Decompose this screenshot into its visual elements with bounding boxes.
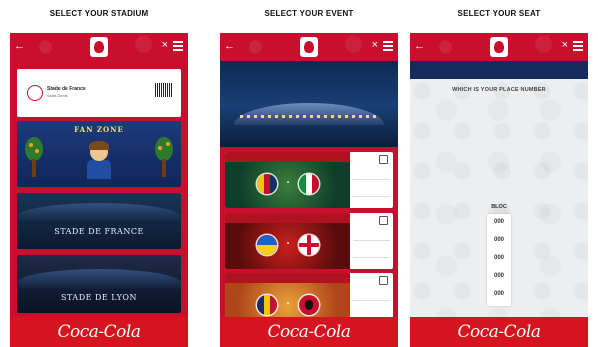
stadium-screen: ← × Stade de France Saint-Denis FAN ZONE… (10, 33, 188, 347)
seat-option[interactable]: 000 (487, 237, 511, 243)
stadium-card-label: STADE DE FRANCE (54, 227, 144, 236)
seat-option[interactable]: 000 (487, 291, 511, 297)
menu-icon[interactable] (173, 41, 183, 51)
match-header (225, 273, 350, 283)
sponsor-footer: Coca-Cola (220, 317, 398, 347)
stadium-card-label: FAN ZONE (74, 125, 124, 134)
sponsor-footer: Coca-Cola (10, 317, 188, 347)
stadium-card-stade-de-lyon[interactable]: STADE DE LYON (17, 255, 181, 313)
home-flag-icon (257, 235, 277, 255)
calendar-icon (379, 276, 388, 285)
column-title-stadium: SELECT YOUR STADIUM (49, 9, 149, 18)
away-flag-icon (299, 295, 319, 315)
coca-cola-logo: Coca-Cola (267, 322, 351, 342)
sponsor-footer: Coca-Cola (410, 317, 588, 347)
back-arrow-icon[interactable]: ← (14, 40, 26, 52)
match-card[interactable]: • (225, 213, 393, 269)
block-label: BLOC (491, 204, 507, 210)
versus-icon: • (286, 301, 290, 307)
away-flag-icon (299, 235, 319, 255)
seat-picker[interactable]: 000 000 000 000 000 (487, 214, 511, 306)
euro-logo-icon (90, 37, 108, 57)
menu-icon[interactable] (573, 41, 583, 51)
home-flag-icon (257, 295, 277, 315)
coca-cola-logo: Coca-Cola (457, 322, 541, 342)
stadium-illustration (17, 269, 181, 289)
seat-option[interactable]: 000 (487, 255, 511, 261)
stadium-card-stade-de-france[interactable]: STADE DE FRANCE (17, 193, 181, 249)
menu-icon[interactable] (383, 41, 393, 51)
hero-divider (220, 143, 398, 147)
stadium-illustration (17, 203, 181, 223)
stadium-card-label: STADE DE LYON (61, 293, 137, 302)
match-info (350, 213, 393, 269)
match-card[interactable]: • (225, 152, 393, 208)
coca-cola-logo: Coca-Cola (57, 322, 141, 342)
versus-icon: • (286, 180, 290, 186)
home-flag-icon (257, 174, 277, 194)
stadium-hero-image (220, 61, 398, 143)
match-banner: • (225, 223, 350, 269)
calendar-icon (379, 155, 388, 164)
stadium-seal-icon (27, 85, 43, 101)
seat-option[interactable]: 000 (487, 219, 511, 225)
tree-illustration-right (155, 137, 173, 177)
match-header (225, 152, 350, 162)
ticket-stadium-name: Stade de France (47, 86, 86, 92)
tree-illustration-left (25, 137, 43, 177)
back-arrow-icon[interactable]: ← (414, 40, 426, 52)
match-banner: • (225, 162, 350, 208)
calendar-icon (379, 216, 388, 225)
close-icon[interactable]: × (162, 39, 168, 51)
match-info (350, 152, 393, 208)
back-arrow-icon[interactable]: ← (224, 40, 236, 52)
away-flag-icon (299, 174, 319, 194)
column-title-event: SELECT YOUR EVENT (264, 9, 354, 18)
seat-question: WHICH IS YOUR PLACE NUMBER (452, 87, 546, 93)
seat-option[interactable]: 000 (487, 273, 511, 279)
seat-screen: ← × WHICH IS YOUR PLACE NUMBER BLOC 000 … (410, 33, 588, 347)
event-screen: ← × • • • Coca-Cola (220, 33, 398, 347)
stadium-card-fan-zone[interactable]: FAN ZONE (17, 121, 181, 187)
ticket-card[interactable]: Stade de France Saint-Denis (17, 69, 181, 117)
versus-icon: • (286, 241, 290, 247)
match-header (225, 213, 350, 223)
app-header: ← × (410, 33, 588, 61)
close-icon[interactable]: × (372, 39, 378, 51)
ticket-stadium-city: Saint-Denis (47, 93, 68, 98)
app-header: ← × (10, 33, 188, 61)
app-header: ← × (220, 33, 398, 61)
close-icon[interactable]: × (562, 39, 568, 51)
euro-logo-icon (490, 37, 508, 57)
barcode-icon (155, 83, 173, 97)
euro-logo-icon (300, 37, 318, 57)
column-title-seat: SELECT YOUR SEAT (457, 9, 541, 18)
info-banner (410, 61, 588, 79)
mascot-illustration (84, 141, 114, 179)
